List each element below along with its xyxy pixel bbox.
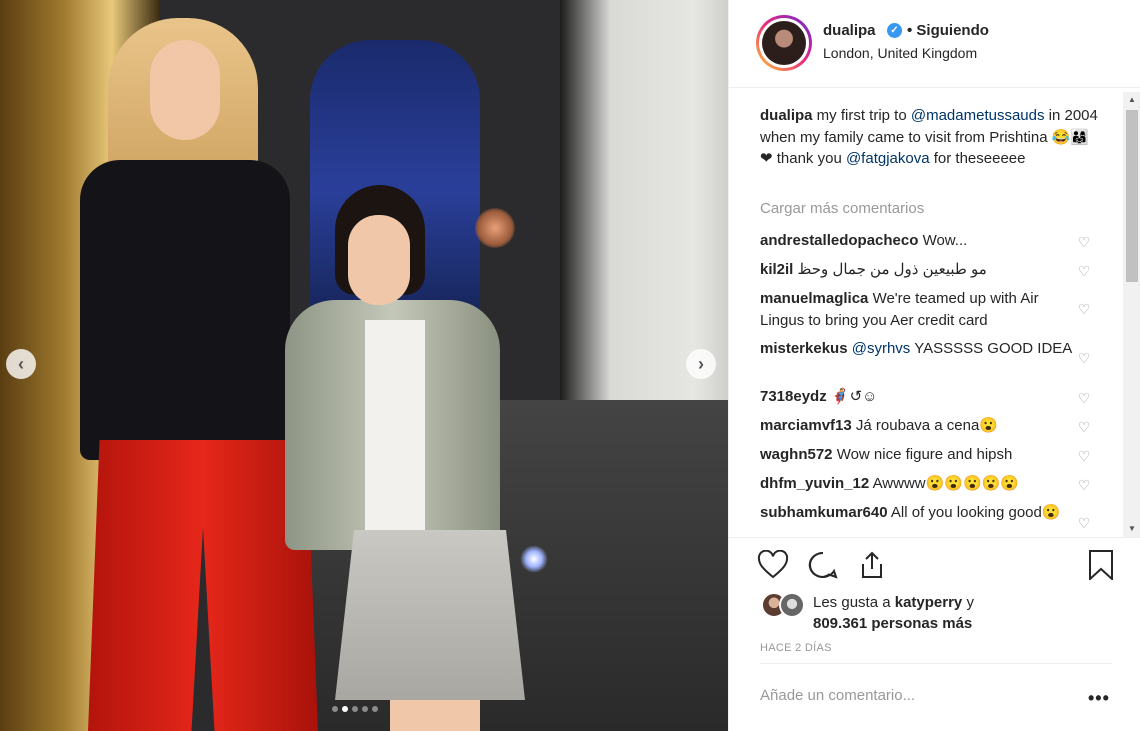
comment-text: YASSSSS GOOD IDEA [910, 340, 1073, 357]
share-icon[interactable] [856, 550, 888, 580]
carousel-dot [362, 706, 368, 712]
instagram-post-modal: ‹ › dualipa ✓ • Siguiendo London, United… [0, 0, 1140, 731]
carousel-next-button[interactable]: › [686, 349, 716, 379]
photo-girl-skirt [335, 530, 525, 700]
comment-text: All of you looking good😮 [890, 504, 1061, 521]
comment-username[interactable]: waghn572 [760, 446, 833, 463]
photo-light-orb [475, 208, 515, 248]
photo-girl-legs [390, 700, 480, 731]
photo-light-glare [520, 545, 548, 573]
verified-badge-icon: ✓ [887, 23, 902, 38]
comment-item: misterkekus @syrhvs YASSSSS GOOD IDEA [760, 338, 1080, 360]
likes-user[interactable]: katyperry [895, 594, 963, 611]
comments-list[interactable]: dualipa my first trip to @madametussauds… [729, 92, 1140, 537]
likes-summary: Les gusta a katyperry y 809.361 personas … [729, 587, 1140, 637]
comment-like-heart-icon[interactable]: ♡ [1077, 302, 1091, 316]
comment-item: marciamvf13 Já roubava a cena😮 [760, 415, 1080, 437]
comments-scrollbar[interactable]: ▲ ▼ [1123, 92, 1140, 537]
scroll-up-arrow-icon[interactable]: ▲ [1123, 92, 1140, 108]
add-comment-bar: ••• [760, 663, 1112, 708]
carousel-dot [352, 706, 358, 712]
post-photo[interactable]: ‹ › [0, 0, 728, 731]
liker-avatar[interactable] [779, 592, 805, 618]
carousel-dot [372, 706, 378, 712]
comment-item: subhamkumar640 All of you looking good😮 [760, 502, 1080, 524]
likes-prefix: Les gusta a [813, 594, 895, 611]
comment-text: 🦸‍♂️↺☺ [830, 388, 878, 405]
photo-woman-top [80, 160, 290, 460]
avatar-image [762, 21, 806, 65]
photo-woman-pants [88, 440, 318, 731]
likes-text[interactable]: Les gusta a katyperry y 809.361 personas … [813, 592, 1073, 634]
caption-mention-fatgjakova[interactable]: @fatgjakova [846, 150, 930, 167]
comment-username[interactable]: andrestalledopacheco [760, 232, 918, 249]
likes-count[interactable]: 809.361 personas más [813, 615, 972, 632]
scrollbar-thumb[interactable] [1126, 110, 1138, 282]
author-avatar[interactable] [756, 15, 812, 71]
post-caption: dualipa my first trip to @madametussauds… [760, 105, 1100, 170]
comment-item: 7318eydz 🦸‍♂️↺☺ [760, 386, 1080, 408]
comment-username[interactable]: 7318eydz [760, 388, 827, 405]
post-header: dualipa ✓ • Siguiendo London, United Kin… [729, 0, 1140, 88]
comment-item: waghn572 Wow nice figure and hipsh [760, 444, 1080, 466]
comment-like-heart-icon[interactable]: ♡ [1077, 351, 1091, 365]
scroll-down-arrow-icon[interactable]: ▼ [1123, 521, 1140, 537]
carousel-prev-button[interactable]: ‹ [6, 349, 36, 379]
comment-text: مو طبيعين ذول من جمال وحظ [797, 261, 987, 278]
comment-username[interactable]: kil2il [760, 261, 793, 278]
comment-text: Já roubava a cena😮 [855, 417, 999, 434]
comment-item: andrestalledopacheco Wow... [760, 230, 1080, 252]
more-options-icon[interactable]: ••• [1088, 688, 1110, 709]
comment-text: Wow... [922, 232, 968, 249]
post-timestamp[interactable]: HACE 2 DÍAS [760, 642, 832, 654]
like-heart-icon[interactable] [757, 550, 789, 580]
carousel-dot [332, 706, 338, 712]
caption-text-1: my first trip to [812, 107, 911, 124]
comment-text: Wow nice figure and hipsh [836, 446, 1013, 463]
photo-woman-face [150, 40, 220, 140]
likes-mid: y [962, 594, 974, 611]
bookmark-icon[interactable] [1085, 550, 1117, 580]
post-side-panel: dualipa ✓ • Siguiendo London, United Kin… [728, 0, 1140, 731]
photo-girl-shirt [365, 320, 425, 530]
comment-username[interactable]: misterkekus [760, 340, 848, 357]
comment-item: dhfm_yuvin_12 Awwww😮😮😮😮😮 [760, 473, 1080, 495]
caption-mention-madametussauds[interactable]: @madametussauds [911, 107, 1045, 124]
comment-like-heart-icon[interactable]: ♡ [1077, 420, 1091, 434]
comment-text: Awwww😮😮😮😮😮 [872, 475, 1020, 492]
comment-bubble-icon[interactable] [807, 550, 839, 580]
comment-username[interactable]: manuelmaglica [760, 290, 868, 307]
comment-like-heart-icon[interactable]: ♡ [1077, 516, 1091, 530]
add-comment-input[interactable] [760, 687, 1080, 704]
post-actions [729, 537, 1140, 587]
comment-like-heart-icon[interactable]: ♡ [1077, 478, 1091, 492]
comment-username[interactable]: dhfm_yuvin_12 [760, 475, 869, 492]
comment-like-heart-icon[interactable]: ♡ [1077, 264, 1091, 278]
comment-like-heart-icon[interactable]: ♡ [1077, 449, 1091, 463]
location-link[interactable]: London, United Kingdom [823, 45, 977, 61]
comment-item: kil2il مو طبيعين ذول من جمال وحظ [760, 259, 1080, 281]
photo-girl-face [348, 215, 410, 305]
comment-like-heart-icon[interactable]: ♡ [1077, 235, 1091, 249]
caption-username[interactable]: dualipa [760, 107, 813, 124]
comment-username[interactable]: marciamvf13 [760, 417, 852, 434]
author-username[interactable]: dualipa [823, 22, 876, 39]
comment-mention[interactable]: @syrhvs [852, 340, 911, 357]
carousel-dot [342, 706, 348, 712]
comment-item: manuelmaglica We're teamed up with Air L… [760, 288, 1080, 331]
load-more-comments-button[interactable]: Cargar más comentarios [760, 200, 924, 217]
comment-username[interactable]: subhamkumar640 [760, 504, 888, 521]
comment-like-heart-icon[interactable]: ♡ [1077, 391, 1091, 405]
caption-text-3: for theseeeee [929, 150, 1026, 167]
follow-status-button[interactable]: • Siguiendo [907, 22, 989, 39]
carousel-dots [332, 706, 378, 712]
